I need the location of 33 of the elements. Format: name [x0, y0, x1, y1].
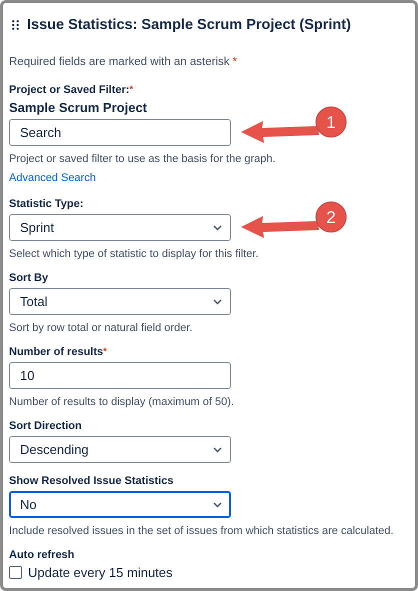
field-label: Statistic Type:	[9, 198, 84, 210]
select-dropdown[interactable]: Descending	[9, 436, 231, 463]
field-label: Project or Saved Filter:	[9, 84, 130, 96]
required-asterisk: *	[129, 84, 133, 96]
selected-project: Sample Scrum Project	[9, 100, 148, 115]
field-label: Show Resolved Issue Statistics	[9, 475, 174, 487]
field-help-text: Sort by row total or natural field order.	[9, 322, 194, 334]
callout-marker: 1	[316, 106, 346, 138]
number-input-field[interactable]: 10	[9, 362, 231, 389]
required-fields-note: Required fields are marked with an asterisk *	[9, 56, 238, 68]
field-help-text: Number of results to display (maximum of 50).	[9, 396, 235, 408]
callout-marker: 2	[316, 202, 346, 232]
field-help-text: Select which type of statistic to display for this filter.	[9, 248, 260, 260]
chevron-down-icon	[213, 298, 222, 304]
drag-handle-icon[interactable]	[12, 20, 19, 30]
field-help-text: Include resolved issues in the set of issues from which statistics are calculated.	[9, 525, 395, 537]
field-label: Number of results	[9, 346, 104, 358]
field-label: Sort By	[9, 272, 48, 284]
required-asterisk: *	[103, 346, 107, 358]
chevron-down-icon	[213, 224, 222, 230]
select-dropdown[interactable]: Sprint	[9, 214, 231, 241]
chevron-down-icon	[213, 502, 222, 508]
chevron-down-icon	[213, 446, 222, 452]
search-field[interactable]: Search	[9, 119, 231, 146]
panel-title: Issue Statistics: Sample Scrum Project (Sprint)	[27, 17, 351, 33]
field-label: Auto refresh	[9, 549, 74, 561]
field-label: Sort Direction	[9, 420, 82, 432]
checkbox-label[interactable]: Update every 15 minutes	[28, 565, 173, 580]
select-dropdown[interactable]: Total	[9, 288, 231, 315]
checkbox[interactable]	[9, 566, 22, 579]
field-help-text: Project or saved filter to use as the basis for the graph.	[9, 153, 277, 165]
select-dropdown[interactable]: No	[9, 491, 231, 518]
advanced-search-link[interactable]: Advanced Search	[9, 172, 96, 184]
